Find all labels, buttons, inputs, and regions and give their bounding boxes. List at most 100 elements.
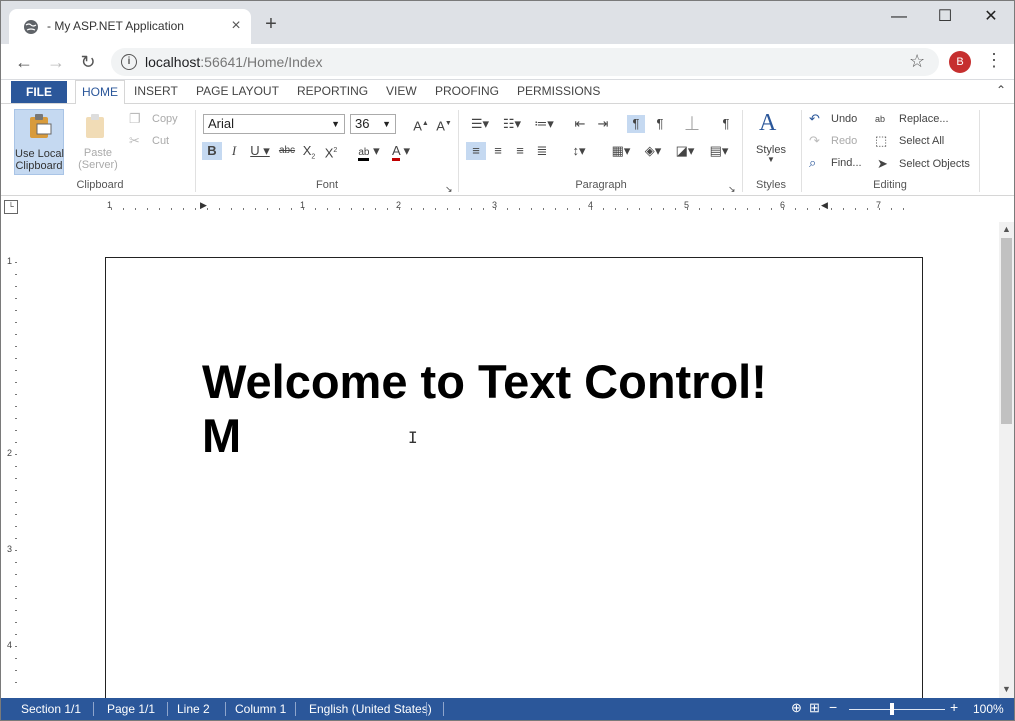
status-divider [295, 702, 296, 716]
tab-reporting[interactable]: REPORTING [291, 80, 374, 104]
bold-icon[interactable]: B [202, 142, 222, 160]
font-size-select[interactable]: 36 ▼ [350, 114, 396, 134]
rtl-paragraph-icon[interactable]: ¶ [651, 115, 669, 133]
group-divider [801, 110, 802, 192]
ruler-tick [15, 514, 17, 515]
tab-insert[interactable]: INSERT [128, 80, 184, 104]
border-color-icon[interactable]: ◪▾ [671, 142, 699, 160]
zoom-out-icon[interactable]: − [829, 699, 837, 715]
justify-icon[interactable]: ≣ [533, 142, 551, 160]
bullets-icon[interactable]: ☰▾ [467, 115, 493, 133]
ruler-tick [15, 574, 17, 575]
grow-font-icon[interactable]: A▲ [412, 115, 430, 133]
numbering-icon[interactable]: ☷▾ [499, 115, 525, 133]
tab-home[interactable]: HOME [75, 80, 125, 105]
close-window-button[interactable]: ✕ [981, 7, 1001, 27]
use-local-clipboard-button[interactable]: Use Local Clipboard [14, 109, 64, 175]
undo-button[interactable]: Undo [831, 113, 857, 125]
highlight-color-icon[interactable]: ab ▾ [355, 142, 383, 161]
decrease-indent-icon[interactable]: ⇤ [571, 115, 589, 133]
borders-icon[interactable]: ▦▾ [608, 142, 634, 160]
cut-button[interactable]: Cut [152, 135, 169, 147]
ruler-tick [15, 334, 17, 335]
zoom-slider[interactable] [849, 709, 945, 710]
shrink-font-icon[interactable]: A▼ [435, 115, 453, 133]
align-left-icon[interactable]: ≡ [466, 142, 486, 160]
fit-page-icon[interactable]: ⊕ [791, 700, 802, 716]
browser-menu-icon[interactable]: ⋮ [985, 50, 1003, 71]
browser-tab[interactable]: - My ASP.NET Application × [9, 9, 251, 44]
ltr-paragraph-icon[interactable]: ¶ [627, 115, 645, 133]
ruler-tick [15, 610, 17, 611]
right-indent-marker[interactable]: ◀ [821, 200, 828, 211]
collapse-ribbon-icon[interactable]: ⌃ [996, 83, 1006, 97]
increase-indent-icon[interactable]: ⇥ [594, 115, 612, 133]
status-line: Line 2 [177, 702, 210, 716]
find-button[interactable]: Find... [831, 157, 862, 169]
status-language[interactable]: English (United States) [309, 702, 432, 716]
tab-proofing[interactable]: PROOFING [429, 80, 505, 104]
back-arrow-icon[interactable]: ← [13, 51, 35, 73]
document-canvas[interactable]: Welcome to Text Control! M I [29, 222, 999, 698]
reload-icon[interactable]: ↻ [77, 51, 99, 73]
italic-icon[interactable]: I [226, 142, 242, 160]
new-tab-button[interactable]: + [261, 14, 281, 35]
underline-icon[interactable]: U ▾ [247, 142, 273, 160]
fit-width-icon[interactable]: ⊞ [809, 700, 820, 716]
ruler-tick [15, 286, 17, 287]
ribbon-tab-bar: FILE HOME INSERT PAGE LAYOUT REPORTING V… [1, 80, 1014, 105]
tab-view[interactable]: VIEW [380, 80, 423, 104]
close-tab-icon[interactable]: × [227, 17, 245, 35]
zoom-slider-thumb[interactable] [890, 703, 895, 715]
minimize-button[interactable]: — [889, 7, 909, 27]
redo-button[interactable]: Redo [831, 135, 857, 147]
site-info-icon[interactable]: i [121, 54, 137, 70]
zoom-level[interactable]: 100% [973, 702, 1004, 716]
document-page[interactable]: Welcome to Text Control! M I [105, 257, 923, 698]
maximize-button[interactable]: ☐ [935, 7, 955, 27]
line-style-icon[interactable]: ▤▾ [705, 142, 733, 160]
tab-page-layout[interactable]: PAGE LAYOUT [190, 80, 285, 104]
superscript-icon[interactable]: X2 [322, 142, 340, 160]
ruler-tick [423, 208, 424, 210]
address-bar[interactable]: i localhost:56641/Home/Index ☆ [111, 48, 939, 76]
multilevel-list-icon[interactable]: ≔▾ [531, 115, 557, 133]
font-family-select[interactable]: Arial ▼ [203, 114, 345, 134]
profile-avatar[interactable]: B [949, 51, 971, 73]
url-text[interactable]: localhost:56641/Home/Index [145, 54, 322, 70]
ruler-number: 1 [7, 256, 13, 266]
scroll-up-icon[interactable]: ▲ [1000, 224, 1013, 237]
zoom-in-icon[interactable]: + [950, 699, 958, 715]
paste-server-button[interactable]: Paste (Server) [71, 109, 125, 175]
scroll-down-icon[interactable]: ▼ [1000, 684, 1013, 697]
align-right-icon[interactable]: ≡ [511, 142, 529, 160]
strikethrough-icon[interactable]: abc [277, 142, 297, 160]
ruler-tick [15, 382, 17, 383]
replace-button[interactable]: Replace... [899, 113, 949, 125]
show-formatting-icon[interactable]: ¶ [717, 115, 735, 133]
ruler-tick [15, 346, 17, 347]
ruler-tick [15, 622, 17, 623]
document-text-line[interactable]: Welcome to Text Control! [202, 354, 767, 409]
line-spacing-icon[interactable]: ↕▾ [566, 142, 592, 160]
forward-arrow-icon[interactable]: → [45, 51, 67, 73]
page-break-icon[interactable]: ⏊ [683, 115, 701, 133]
vertical-scrollbar[interactable]: ▲ ▼ [999, 222, 1014, 698]
styles-button[interactable]: A Styles ▼ [751, 110, 791, 172]
select-objects-button[interactable]: Select Objects [899, 158, 970, 170]
align-center-icon[interactable]: ≡ [489, 142, 507, 160]
shading-icon[interactable]: ◈▾ [639, 142, 667, 160]
tab-stop-selector-icon[interactable]: └ [4, 200, 18, 214]
subscript-icon[interactable]: X2 [300, 142, 318, 161]
first-line-indent-marker[interactable]: ▶ [200, 200, 207, 211]
font-color-icon[interactable]: A ▾ [387, 142, 415, 161]
bookmark-star-icon[interactable]: ☆ [909, 51, 925, 72]
document-text-line[interactable]: M [202, 408, 241, 463]
scrollbar-thumb[interactable] [1001, 238, 1012, 424]
tab-permissions[interactable]: PERMISSIONS [511, 80, 606, 104]
select-all-button[interactable]: Select All [899, 135, 944, 147]
tab-file[interactable]: FILE [11, 81, 67, 103]
horizontal-ruler[interactable]: └ 1 1 2 3 4 5 6 7 ▶ ◀ [1, 196, 1014, 222]
vertical-ruler[interactable]: 1 2 3 4 [1, 222, 29, 698]
copy-button[interactable]: Copy [152, 113, 178, 125]
